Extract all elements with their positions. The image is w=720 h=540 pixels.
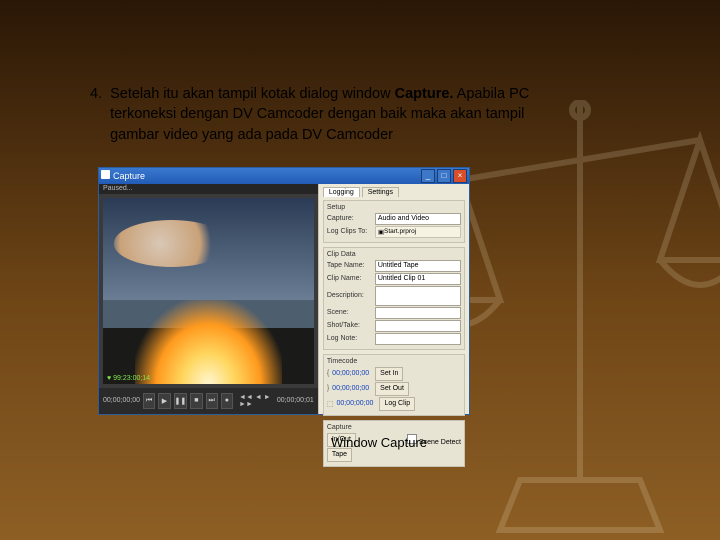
setout-button[interactable]: Set Out xyxy=(375,382,409,396)
preview-pane: Paused... ♥ 99:23:00;14 00;00;00;00 ⏮ ▶ … xyxy=(99,184,318,414)
maximize-button[interactable]: □ xyxy=(437,169,451,183)
pause-button[interactable]: ❚❚ xyxy=(174,393,188,409)
scene-input[interactable] xyxy=(375,307,461,319)
transport-bar: 00;00;00;00 ⏮ ▶ ❚❚ ■ ⏭ ● ◄◄ ◄ ► ►► 00;00… xyxy=(99,388,318,414)
titlebar: Capture _ □ × xyxy=(99,168,469,184)
setup-title: Setup xyxy=(327,204,461,211)
shuttle[interactable]: ◄◄ ◄ ► ►► xyxy=(239,394,274,408)
clipdata-title: Clip Data xyxy=(327,251,461,258)
tab-settings[interactable]: Settings xyxy=(362,187,399,197)
capture-window-figure: Capture _ □ × Paused... ♥ 99:23:00;14 xyxy=(98,167,660,450)
tc-out[interactable]: 00;00;00;00 xyxy=(332,385,369,392)
side-panel: Logging Settings Setup Capture: Audio an… xyxy=(318,184,469,414)
timecode-title: Timecode xyxy=(327,358,461,365)
logclip-button[interactable]: Log Clip xyxy=(379,397,415,411)
list-text: Setelah itu akan tampil kotak dialog win… xyxy=(110,84,540,145)
tape-name-input[interactable]: Untitled Tape xyxy=(375,260,461,272)
tc-right: 00;00;00;01 xyxy=(277,397,314,404)
minimize-button[interactable]: _ xyxy=(421,169,435,183)
tape-button[interactable]: Tape xyxy=(327,448,352,462)
capture-select[interactable]: Audio and Video xyxy=(375,213,461,225)
list-number: 4. xyxy=(90,84,102,104)
close-button[interactable]: × xyxy=(453,169,467,183)
tc-in[interactable]: 00;00;00;00 xyxy=(332,370,369,377)
logclips-target[interactable]: ▣ Start.prproj xyxy=(375,226,461,238)
setin-button[interactable]: Set In xyxy=(375,367,403,381)
forward-button[interactable]: ⏭ xyxy=(206,393,218,409)
capture-window: Capture _ □ × Paused... ♥ 99:23:00;14 xyxy=(98,167,470,415)
figure-caption: Window Capture xyxy=(98,435,660,450)
lognote-input[interactable] xyxy=(375,333,461,345)
preview-status: Paused... xyxy=(99,184,318,194)
clip-name-input[interactable]: Untitled Clip 01 xyxy=(375,273,461,285)
logclips-label: Log Clips To: xyxy=(327,228,372,235)
clipdata-section: Clip Data Tape Name:Untitled Tape Clip N… xyxy=(323,247,465,350)
stop-button[interactable]: ■ xyxy=(190,393,202,409)
shot-input[interactable] xyxy=(375,320,461,332)
window-title: Capture xyxy=(101,170,145,181)
setup-section: Setup Capture: Audio and Video Log Clips… xyxy=(323,200,465,243)
preview-image: ♥ 99:23:00;14 xyxy=(103,198,314,384)
tab-logging[interactable]: Logging xyxy=(323,187,360,197)
app-icon xyxy=(101,170,110,179)
list-item-4: 4. Setelah itu akan tampil kotak dialog … xyxy=(90,84,660,145)
rewind-button[interactable]: ⏮ xyxy=(143,393,155,409)
play-button[interactable]: ▶ xyxy=(158,393,170,409)
record-button[interactable]: ● xyxy=(221,393,233,409)
capture-title: Capture xyxy=(327,424,461,431)
tc-left: 00;00;00;00 xyxy=(103,397,140,404)
description-input[interactable] xyxy=(375,286,461,306)
capture-label: Capture: xyxy=(327,215,372,222)
timecode-section: Timecode {00;00;00;00Set In }00;00;00;00… xyxy=(323,354,465,416)
tc-dur: 00;00;00;00 xyxy=(336,400,373,407)
embedded-timecode: ♥ 99:23:00;14 xyxy=(107,375,150,382)
